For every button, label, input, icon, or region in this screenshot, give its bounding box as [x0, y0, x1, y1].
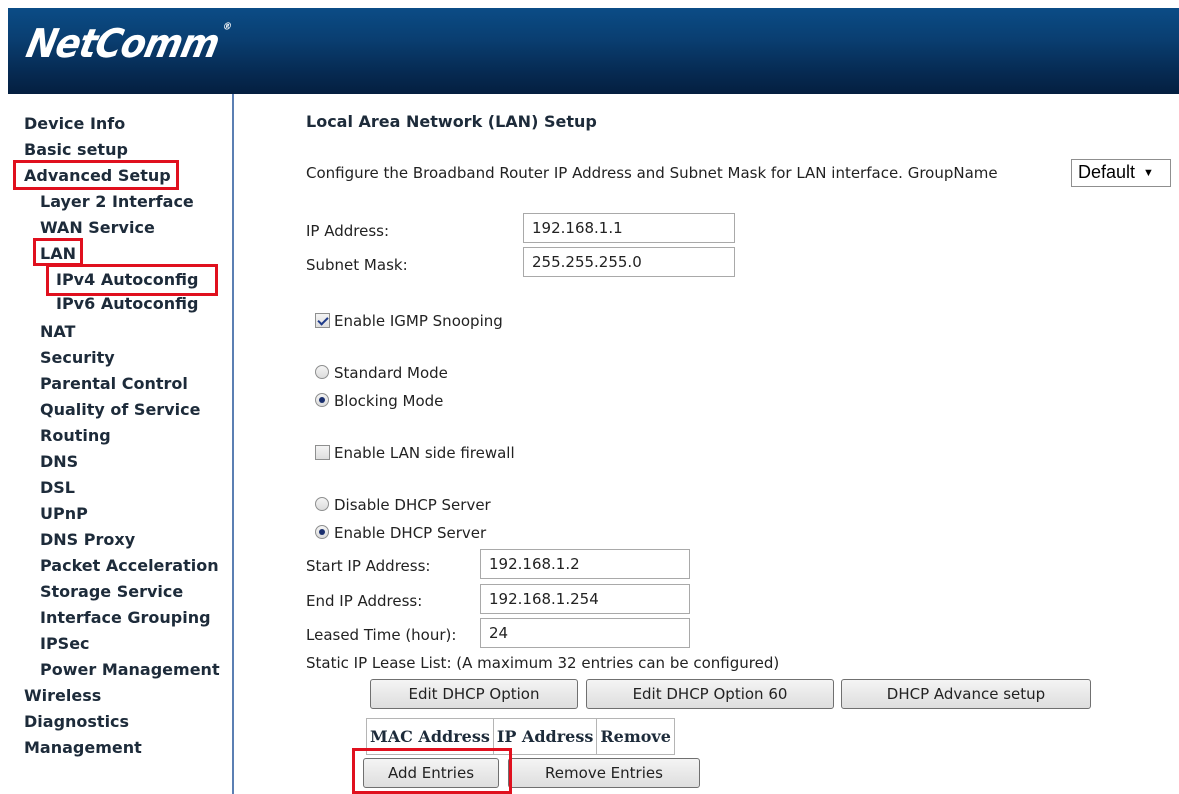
sidebar-item-ipv6-autoconfig[interactable]: IPv6 Autoconfig: [56, 294, 198, 314]
enable-dhcp-label: Enable DHCP Server: [334, 524, 487, 542]
subnet-mask-label: Subnet Mask:: [306, 256, 408, 274]
edit-dhcp-option-60-button[interactable]: Edit DHCP Option 60: [586, 679, 834, 709]
dhcp-advance-setup-button[interactable]: DHCP Advance setup: [841, 679, 1091, 709]
edit-dhcp-option-button[interactable]: Edit DHCP Option: [370, 679, 578, 709]
sidebar-item-wireless[interactable]: Wireless: [24, 686, 101, 706]
remove-entries-button[interactable]: Remove Entries: [508, 758, 700, 788]
highlight-box-advanced-setup: [13, 160, 179, 190]
lan-firewall-checkbox[interactable]: [315, 445, 330, 460]
sidebar-item-storage-service[interactable]: Storage Service: [40, 582, 183, 602]
highlight-box-ipv4-autoconfig: [46, 264, 218, 296]
sidebar-item-power-management[interactable]: Power Management: [40, 660, 220, 680]
igmp-snooping-label: Enable IGMP Snooping: [334, 312, 503, 330]
sidebar-item-device-info[interactable]: Device Info: [24, 114, 125, 134]
sidebar-item-wan-service[interactable]: WAN Service: [40, 218, 155, 238]
igmp-snooping-checkbox[interactable]: [315, 313, 330, 328]
header-banner: NetComm®: [8, 8, 1179, 94]
chevron-down-icon: ▼: [1143, 167, 1154, 180]
end-ip-input[interactable]: [480, 584, 690, 614]
sidebar-item-interface-grouping[interactable]: Interface Grouping: [40, 608, 211, 628]
column-header-remove: Remove: [596, 718, 675, 755]
sidebar-item-quality-of-service[interactable]: Quality of Service: [40, 400, 200, 420]
sidebar: Device Info Basic setup Advanced Setup L…: [8, 94, 234, 794]
sidebar-item-dns[interactable]: DNS: [40, 452, 78, 472]
standard-mode-radio[interactable]: [315, 365, 329, 379]
ip-address-label: IP Address:: [306, 222, 390, 240]
sidebar-item-dsl[interactable]: DSL: [40, 478, 75, 498]
start-ip-label: Start IP Address:: [306, 557, 431, 575]
sidebar-item-layer2-interface[interactable]: Layer 2 Interface: [40, 192, 194, 212]
sidebar-item-management[interactable]: Management: [24, 738, 142, 758]
sidebar-item-ipsec[interactable]: IPSec: [40, 634, 90, 654]
end-ip-label: End IP Address:: [306, 592, 423, 610]
enable-dhcp-radio[interactable]: [315, 525, 329, 539]
page-title: Local Area Network (LAN) Setup: [306, 112, 597, 131]
sidebar-item-diagnostics[interactable]: Diagnostics: [24, 712, 129, 732]
leased-time-label: Leased Time (hour):: [306, 626, 457, 644]
groupname-select[interactable]: Default ▼: [1071, 159, 1171, 187]
blocking-mode-label: Blocking Mode: [334, 392, 444, 410]
sidebar-item-packet-acceleration[interactable]: Packet Acceleration: [40, 556, 219, 576]
disable-dhcp-label: Disable DHCP Server: [334, 496, 491, 514]
subnet-mask-input[interactable]: [523, 247, 735, 277]
sidebar-item-upnp[interactable]: UPnP: [40, 504, 88, 524]
sidebar-item-parental-control[interactable]: Parental Control: [40, 374, 188, 394]
lan-description: Configure the Broadband Router IP Addres…: [306, 164, 998, 182]
sidebar-item-nat[interactable]: NAT: [40, 322, 75, 342]
blocking-mode-radio[interactable]: [315, 393, 329, 407]
disable-dhcp-radio[interactable]: [315, 497, 329, 511]
highlight-box-lan: [33, 238, 83, 266]
static-lease-note: Static IP Lease List: (A maximum 32 entr…: [306, 654, 780, 672]
start-ip-input[interactable]: [480, 549, 690, 579]
netcomm-logo: NetComm®: [22, 22, 232, 68]
highlight-box-add-entries: [352, 748, 512, 794]
ip-address-input[interactable]: [523, 213, 735, 243]
sidebar-item-basic-setup[interactable]: Basic setup: [24, 140, 128, 160]
sidebar-item-routing[interactable]: Routing: [40, 426, 111, 446]
leased-time-input[interactable]: [480, 618, 690, 648]
lan-firewall-label: Enable LAN side firewall: [334, 444, 515, 462]
standard-mode-label: Standard Mode: [334, 364, 448, 382]
sidebar-item-dns-proxy[interactable]: DNS Proxy: [40, 530, 135, 550]
sidebar-item-security[interactable]: Security: [40, 348, 115, 368]
